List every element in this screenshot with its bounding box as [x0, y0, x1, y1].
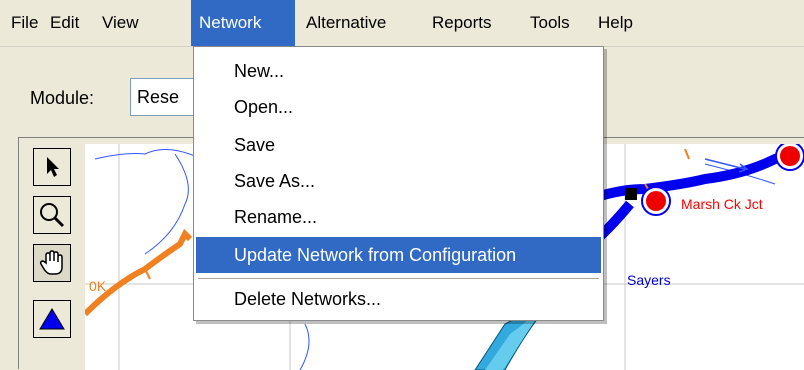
sayers-label: Sayers	[627, 272, 671, 288]
menu-item-rename[interactable]: Rename...	[196, 199, 601, 235]
menu-reports[interactable]: Reports	[424, 0, 516, 46]
zoom-tool-button[interactable]	[33, 196, 71, 234]
magnifier-icon	[40, 203, 65, 228]
node-tool-button[interactable]	[33, 300, 71, 338]
menu-file[interactable]: File	[3, 0, 41, 46]
partial-map-label: 0K	[89, 278, 107, 294]
network-menu-dropdown: New... Open... Save Save As... Rename...…	[193, 46, 604, 321]
menu-bar: File Edit View Network Alternative Repor…	[0, 0, 804, 47]
menu-alternative[interactable]: Alternative	[298, 0, 418, 46]
menu-item-new[interactable]: New...	[196, 53, 601, 89]
menu-view[interactable]: View	[94, 0, 148, 46]
menu-item-save[interactable]: Save	[196, 127, 601, 163]
menu-help[interactable]: Help	[590, 0, 642, 46]
blue-triangle-icon	[39, 308, 65, 330]
menu-item-delete-networks[interactable]: Delete Networks...	[196, 281, 601, 317]
menu-item-open[interactable]: Open...	[196, 89, 601, 125]
module-label: Module:	[30, 88, 95, 108]
menu-item-save-as[interactable]: Save As...	[196, 163, 601, 199]
menu-edit[interactable]: Edit	[42, 0, 86, 46]
menu-separator	[198, 278, 599, 279]
menu-item-update-network[interactable]: Update Network from Configuration	[196, 237, 601, 273]
menu-tools[interactable]: Tools	[522, 0, 586, 46]
marsh-ck-jct-label: Marsh Ck Jct	[681, 196, 763, 212]
pan-tool-button[interactable]	[33, 244, 71, 282]
arrow-pointer-icon	[47, 157, 59, 177]
select-tool-button[interactable]	[33, 148, 71, 186]
hand-pan-icon	[39, 250, 63, 275]
menu-network[interactable]: Network	[191, 0, 295, 46]
